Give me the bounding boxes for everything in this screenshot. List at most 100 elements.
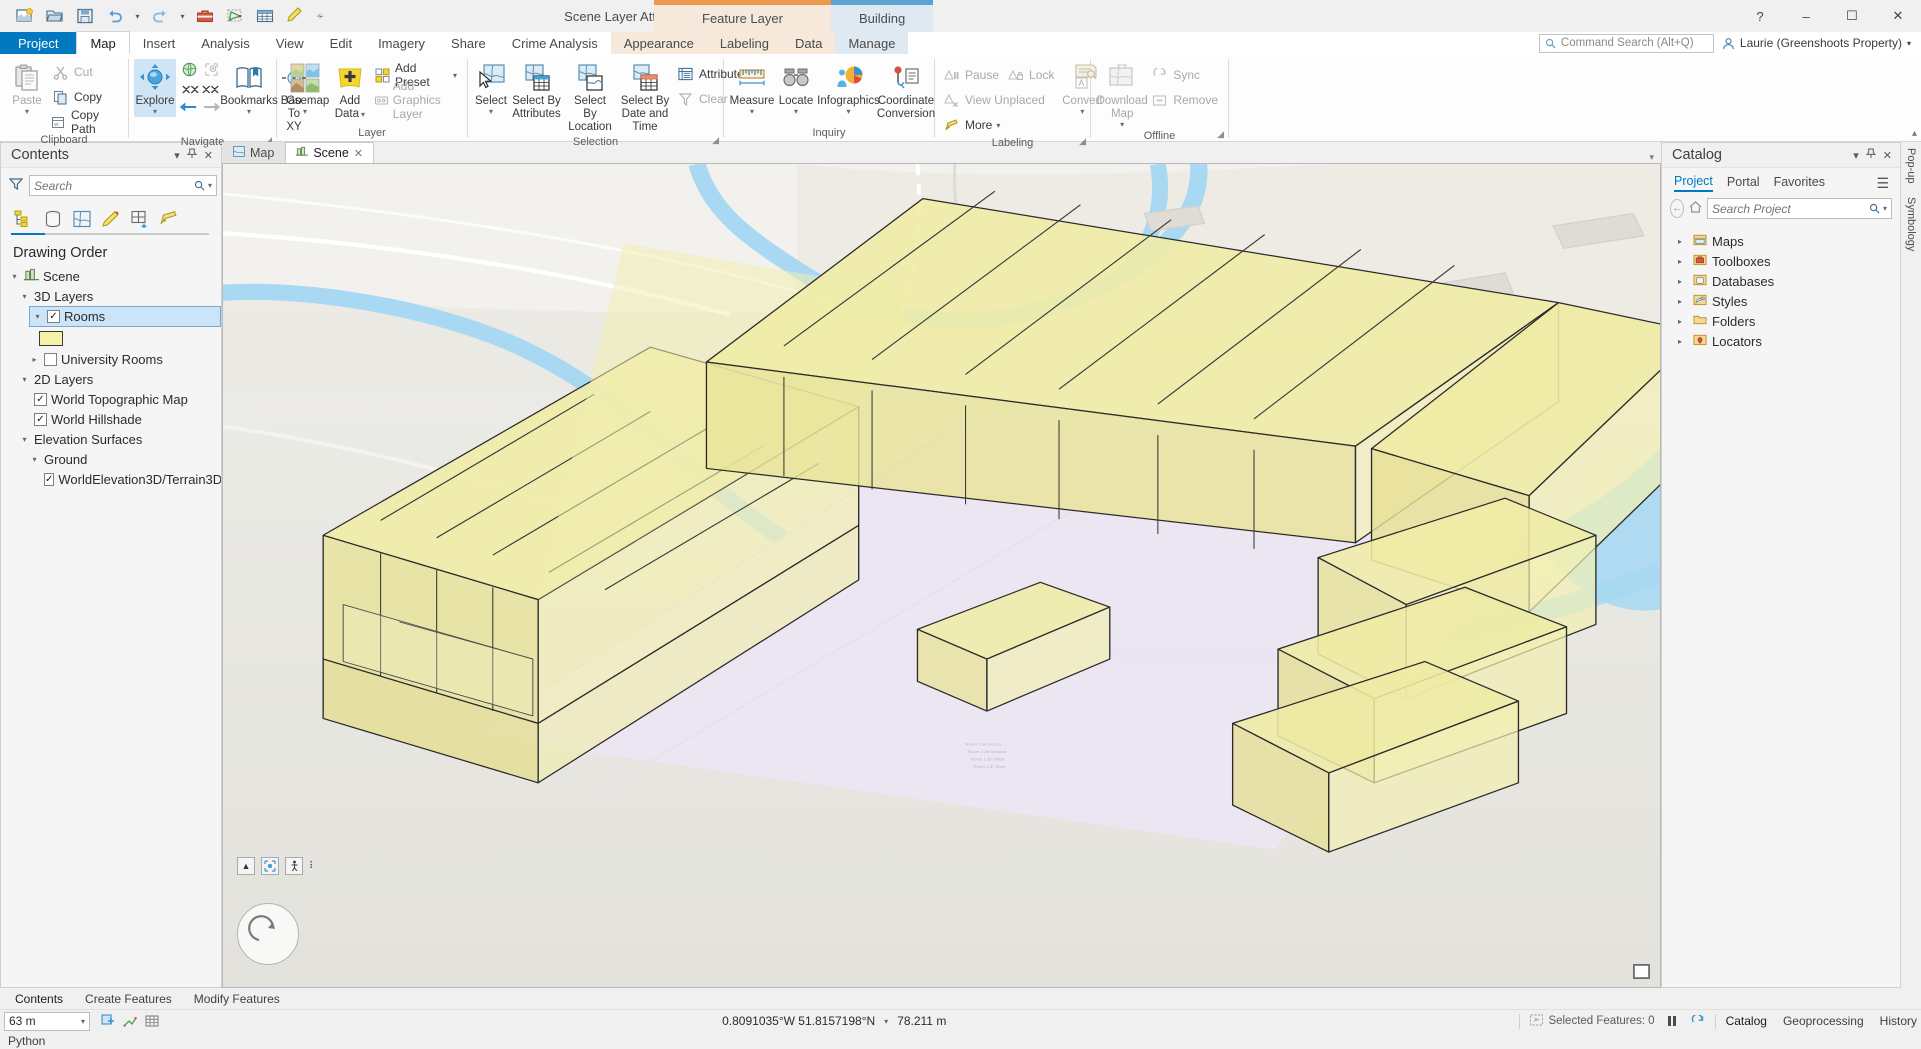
download-map-button[interactable]: Download Map ▾ <box>1096 59 1148 130</box>
copy-path-button[interactable]: w: Copy Path <box>49 108 123 136</box>
fixed-zoom-in-icon[interactable] <box>203 61 220 81</box>
more-labeling-button[interactable]: More ▾ <box>940 113 1059 137</box>
undo-dropdown-icon[interactable]: ▾ <box>132 3 143 29</box>
coordinate-dropdown-icon[interactable]: ▾ <box>884 1017 888 1026</box>
map-scale-dropdown-icon[interactable]: ▾ <box>81 1017 85 1026</box>
catalog-item-toolboxes[interactable]: ▸ Toolboxes <box>1662 251 1900 271</box>
world-elevation-visibility-checkbox[interactable]: ✓ <box>44 472 55 486</box>
catalog-tab-portal[interactable]: Portal <box>1727 175 1760 191</box>
measure-status-icon[interactable] <box>122 1014 137 1029</box>
2d-layers-expand-icon[interactable]: ▾ <box>19 375 30 384</box>
catalog-search-dropdown-icon[interactable]: ▾ <box>1880 204 1887 213</box>
refresh-icon[interactable] <box>1690 1014 1705 1029</box>
redo-dropdown-icon[interactable]: ▾ <box>177 3 188 29</box>
tab-labeling[interactable]: Labeling <box>706 32 782 54</box>
map-scale-box[interactable]: 63 m ▾ <box>4 1011 90 1031</box>
measure-button[interactable]: Measure ▾ <box>729 59 775 117</box>
catalog-close-icon[interactable]: ✕ <box>1883 149 1892 162</box>
pause-labeling-button[interactable]: Pause <box>940 63 1004 87</box>
locate-dropdown-icon[interactable]: ▾ <box>794 107 798 115</box>
previous-extent-icon[interactable] <box>178 100 198 117</box>
styles-expand-icon[interactable]: ▸ <box>1678 297 1688 306</box>
view-tabs-overflow-icon[interactable]: ▾ <box>1642 152 1661 163</box>
status-tab-geoprocessing[interactable]: Geoprocessing <box>1783 1014 1864 1028</box>
pause-drawing-icon[interactable] <box>1665 1014 1680 1029</box>
select-button[interactable]: Select ▾ <box>473 59 509 117</box>
view-tab-scene[interactable]: Scene ✕ <box>285 142 374 163</box>
world-topographic-map-visibility-checkbox[interactable]: ✓ <box>34 392 47 406</box>
catalog-search-box[interactable]: ▾ <box>1706 198 1892 219</box>
bottom-tab-contents[interactable]: Contents <box>4 988 74 1009</box>
elevation-surfaces-expand-icon[interactable]: ▾ <box>19 435 30 444</box>
contents-search-input[interactable] <box>34 178 191 193</box>
download-map-dropdown-icon[interactable]: ▾ <box>1120 120 1124 128</box>
tab-map[interactable]: Map <box>76 31 130 54</box>
sync-button[interactable]: Sync <box>1148 63 1223 87</box>
collapse-ribbon-button[interactable]: ▴ <box>1912 128 1917 139</box>
tab-insert[interactable]: Insert <box>130 32 189 54</box>
toc-item-scene[interactable]: ▾ Scene <box>1 266 221 286</box>
paste-dropdown-icon[interactable]: ▾ <box>25 107 29 115</box>
toc-item-world-hillshade[interactable]: ✓ World Hillshade <box>1 409 221 429</box>
contextual-tab-building[interactable]: Building <box>830 0 934 32</box>
scene-layer-status-icon[interactable] <box>1633 964 1650 979</box>
catalog-tab-project[interactable]: Project <box>1674 174 1713 192</box>
toc-item-world-elevation[interactable]: ✓ WorldElevation3D/Terrain3D <box>1 469 221 489</box>
contextual-tab-feature-layer[interactable]: Feature Layer <box>654 0 831 32</box>
minimize-button[interactable]: – <box>1783 0 1829 32</box>
customize-qat-icon[interactable]: ∻ <box>312 3 328 29</box>
redo-icon[interactable] <box>147 3 173 29</box>
list-by-snapping-icon[interactable] <box>127 206 153 231</box>
new-project-icon[interactable] <box>12 3 38 29</box>
zoom-to-layer-icon[interactable] <box>201 82 219 97</box>
list-by-editing-icon[interactable] <box>98 206 124 231</box>
python-window-tab[interactable]: Python <box>0 1032 1921 1049</box>
catalog-item-maps[interactable]: ▸ Maps <box>1662 231 1900 251</box>
copy-button[interactable]: Copy <box>49 85 123 109</box>
locators-expand-icon[interactable]: ▸ <box>1678 337 1688 346</box>
tab-edit[interactable]: Edit <box>317 32 365 54</box>
side-tab-popup[interactable]: Pop-up <box>1905 148 1917 183</box>
list-by-drawing-order-icon[interactable] <box>11 206 37 231</box>
hamburger-icon[interactable]: ☰ <box>1876 175 1892 192</box>
toc-item-rooms[interactable]: ▾ ✓ Rooms <box>29 306 221 327</box>
ground-expand-icon[interactable]: ▾ <box>29 455 40 464</box>
basemap-button[interactable]: Basemap ▾ <box>281 59 329 117</box>
catalog-item-folders[interactable]: ▸ Folders <box>1662 311 1900 331</box>
navigator-control[interactable] <box>237 903 299 965</box>
scene-expand-icon[interactable]: ▾ <box>9 272 20 281</box>
university-rooms-expand-icon[interactable]: ▸ <box>29 355 40 364</box>
catalog-tab-favorites[interactable]: Favorites <box>1774 175 1825 191</box>
tab-manage[interactable]: Manage <box>835 32 909 54</box>
command-search-input[interactable]: Command Search (Alt+Q) <box>1538 33 1714 53</box>
side-tab-symbology[interactable]: Symbology <box>1905 197 1917 251</box>
university-rooms-visibility-checkbox[interactable] <box>44 352 57 366</box>
maximize-button[interactable]: ☐ <box>1829 0 1875 32</box>
more-labeling-dropdown-icon[interactable]: ▾ <box>996 121 1000 130</box>
list-by-data-source-icon[interactable] <box>40 206 66 231</box>
infographics-dropdown-icon[interactable]: ▾ <box>846 107 850 115</box>
undo-icon[interactable] <box>102 3 128 29</box>
databases-expand-icon[interactable]: ▸ <box>1678 277 1688 286</box>
bottom-tab-modify-features[interactable]: Modify Features <box>183 988 291 1009</box>
select-features-icon[interactable] <box>222 3 248 29</box>
open-project-icon[interactable] <box>42 3 68 29</box>
full-extent-icon[interactable] <box>261 857 279 875</box>
user-account-chip[interactable]: Laurie (Greenshoots Property) ▾ <box>1722 36 1911 50</box>
home-icon[interactable] <box>1689 201 1702 216</box>
contents-pin-icon[interactable] <box>186 148 198 162</box>
folders-expand-icon[interactable]: ▸ <box>1678 317 1688 326</box>
toc-item-rooms-symbol[interactable] <box>1 327 221 349</box>
attribute-table-icon[interactable] <box>252 3 278 29</box>
rooms-expand-icon[interactable]: ▾ <box>32 312 43 321</box>
list-by-selection-icon[interactable] <box>69 206 95 231</box>
tab-project[interactable]: Project <box>0 32 77 54</box>
catalog-search-input[interactable] <box>1711 201 1869 216</box>
tab-view[interactable]: View <box>263 32 317 54</box>
catalog-pin-icon[interactable] <box>1865 148 1877 162</box>
grid-status-icon[interactable] <box>144 1014 159 1029</box>
grip-icon[interactable]: ⠇ <box>309 861 317 872</box>
toc-item-world-topographic-map[interactable]: ✓ World Topographic Map <box>1 389 221 409</box>
contents-close-icon[interactable]: ✕ <box>204 149 213 162</box>
measure-dropdown-icon[interactable]: ▾ <box>750 107 754 115</box>
